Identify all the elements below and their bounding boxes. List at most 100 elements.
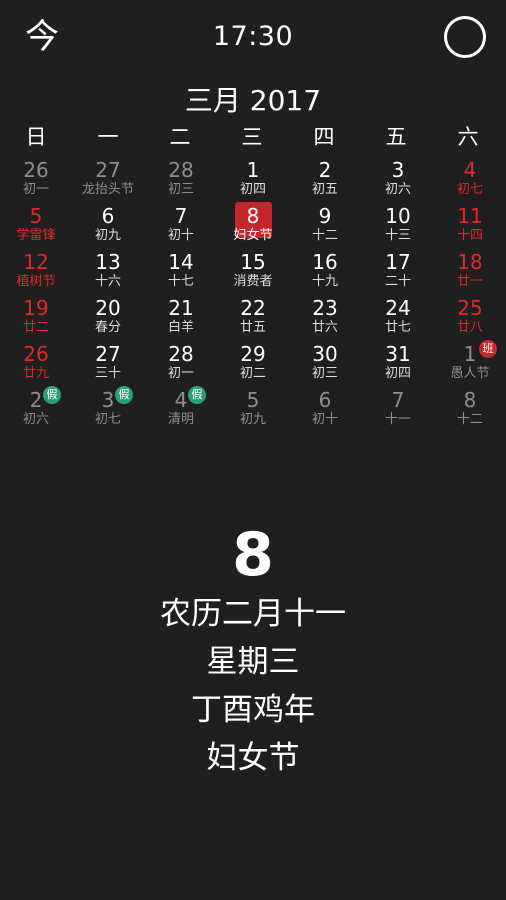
day-number: 26 <box>23 158 49 182</box>
workday-badge: 班 <box>479 340 497 358</box>
day-cell[interactable]: 29 初二 <box>217 340 289 386</box>
day-cell[interactable]: 1 初四 <box>217 156 289 202</box>
day-cell[interactable]: 22 廿五 <box>217 294 289 340</box>
day-number: 4 <box>463 158 477 182</box>
day-cell[interactable]: 3 初六 <box>362 156 434 202</box>
day-cell[interactable]: 4 初七 <box>434 156 506 202</box>
lunar-label: 植树节 <box>16 274 56 289</box>
lunar-label: 初四 <box>384 366 411 381</box>
day-cell[interactable]: 7 初十 <box>145 202 217 248</box>
day-number: 27 <box>95 342 121 366</box>
day-cell[interactable]: 21 白羊 <box>145 294 217 340</box>
day-cell[interactable]: 31 初四 <box>362 340 434 386</box>
day-cell[interactable]: 17 二十 <box>362 248 434 294</box>
day-number: 14 <box>168 250 194 274</box>
day-number: 13 <box>95 250 121 274</box>
day-cell[interactable]: 27 龙抬头节 <box>72 156 144 202</box>
weekday-label: 五 <box>385 125 407 149</box>
day-cell[interactable]: 23 廿六 <box>289 294 361 340</box>
day-number: 1 <box>246 158 260 182</box>
weekday-label: 四 <box>313 125 335 149</box>
day-cell[interactable]: 2 初五 <box>289 156 361 202</box>
day-cell[interactable]: 1 愚人节班 <box>434 340 506 386</box>
day-number: 19 <box>23 296 49 320</box>
day-number: 7 <box>174 204 188 228</box>
day-cell[interactable]: 8 十二 <box>434 386 506 432</box>
day-number: 27 <box>95 158 121 182</box>
day-cell[interactable]: 2 初六 假 <box>0 386 72 432</box>
day-cell[interactable]: 27 三十 <box>72 340 144 386</box>
lunar-label: 廿二 <box>22 320 49 335</box>
day-cell[interactable]: 20 春分 <box>72 294 144 340</box>
day-cell[interactable]: 5 学雷锋 <box>0 202 72 248</box>
day-number: 26 <box>23 342 49 366</box>
day-number: 6 <box>101 204 115 228</box>
day-cell[interactable]: 8 妇女节 <box>217 202 289 248</box>
lunar-label: 初一 <box>167 366 194 381</box>
day-cell[interactable]: 28 初三 <box>145 156 217 202</box>
day-cell[interactable]: 30 初三 <box>289 340 361 386</box>
day-detail: 8 农历二月十一 星期三 丁酉鸡年 妇女节 <box>0 520 506 782</box>
day-number: 16 <box>312 250 338 274</box>
day-cell[interactable]: 15 消费者 <box>217 248 289 294</box>
day-number: 30 <box>312 342 338 366</box>
day-number: 3 <box>391 158 405 182</box>
day-number: 6 <box>318 388 332 412</box>
day-cell[interactable]: 5 初九 <box>217 386 289 432</box>
day-cell[interactable]: 28 初一 <box>145 340 217 386</box>
day-cell[interactable]: 16 十九 <box>289 248 361 294</box>
day-cell[interactable]: 24 廿七 <box>362 294 434 340</box>
lunar-label: 消费者 <box>233 274 273 289</box>
month-title[interactable]: 三月 2017 <box>0 82 506 120</box>
day-cell[interactable]: 19 廿二 <box>0 294 72 340</box>
detail-year-name: 丁酉鸡年 <box>191 692 315 728</box>
day-number: 10 <box>385 204 411 228</box>
lunar-label: 十六 <box>94 274 121 289</box>
day-number: 23 <box>312 296 338 320</box>
day-number: 8 <box>246 204 260 228</box>
day-number: 20 <box>95 296 121 320</box>
day-cell[interactable]: 13 十六 <box>72 248 144 294</box>
day-number: 28 <box>168 342 194 366</box>
day-number: 5 <box>246 388 260 412</box>
lunar-label: 二十 <box>384 274 411 289</box>
day-cell[interactable]: 10 十三 <box>362 202 434 248</box>
day-cell[interactable]: 3 初七 假 <box>72 386 144 432</box>
day-cell[interactable]: 18 廿一 <box>434 248 506 294</box>
day-cell[interactable]: 12 植树节 <box>0 248 72 294</box>
lunar-label: 妇女节 <box>233 228 273 243</box>
day-number: 25 <box>457 296 483 320</box>
day-cell[interactable]: 6 初九 <box>72 202 144 248</box>
day-cell[interactable]: 6 初十 <box>289 386 361 432</box>
lunar-label: 十四 <box>456 228 483 243</box>
day-cell[interactable]: 26 廿九 <box>0 340 72 386</box>
day-number: 2 <box>318 158 332 182</box>
lunar-label: 初六 <box>384 182 411 197</box>
weekday-header: 日 一 二 三 四 五 六 <box>0 122 506 152</box>
day-cell[interactable]: 25 廿八 <box>434 294 506 340</box>
day-number: 12 <box>23 250 49 274</box>
day-cell[interactable]: 11 十四 <box>434 202 506 248</box>
weekday-label: 二 <box>169 125 191 149</box>
lunar-label: 十一 <box>384 412 411 427</box>
detail-festival: 妇女节 <box>206 740 300 776</box>
day-cell[interactable]: 7 十一 <box>362 386 434 432</box>
lunar-label: 初十 <box>311 412 338 427</box>
lunar-label: 十九 <box>311 274 338 289</box>
lunar-label: 初三 <box>167 182 194 197</box>
day-cell[interactable]: 4 清明 假 <box>145 386 217 432</box>
lunar-label: 白羊 <box>167 320 194 335</box>
day-cell[interactable]: 26 初一 <box>0 156 72 202</box>
day-number: 17 <box>385 250 411 274</box>
weekday-label: 三 <box>241 125 263 149</box>
lunar-label: 十三 <box>384 228 411 243</box>
lunar-label: 初三 <box>311 366 338 381</box>
day-cell[interactable]: 9 十二 <box>289 202 361 248</box>
lunar-label: 初七 <box>94 412 121 427</box>
day-cell[interactable]: 14 十七 <box>145 248 217 294</box>
day-number: 2 <box>29 388 43 412</box>
circle-button[interactable] <box>444 16 486 58</box>
lunar-label: 初五 <box>311 182 338 197</box>
day-number: 11 <box>457 204 483 228</box>
lunar-label: 初十 <box>167 228 194 243</box>
